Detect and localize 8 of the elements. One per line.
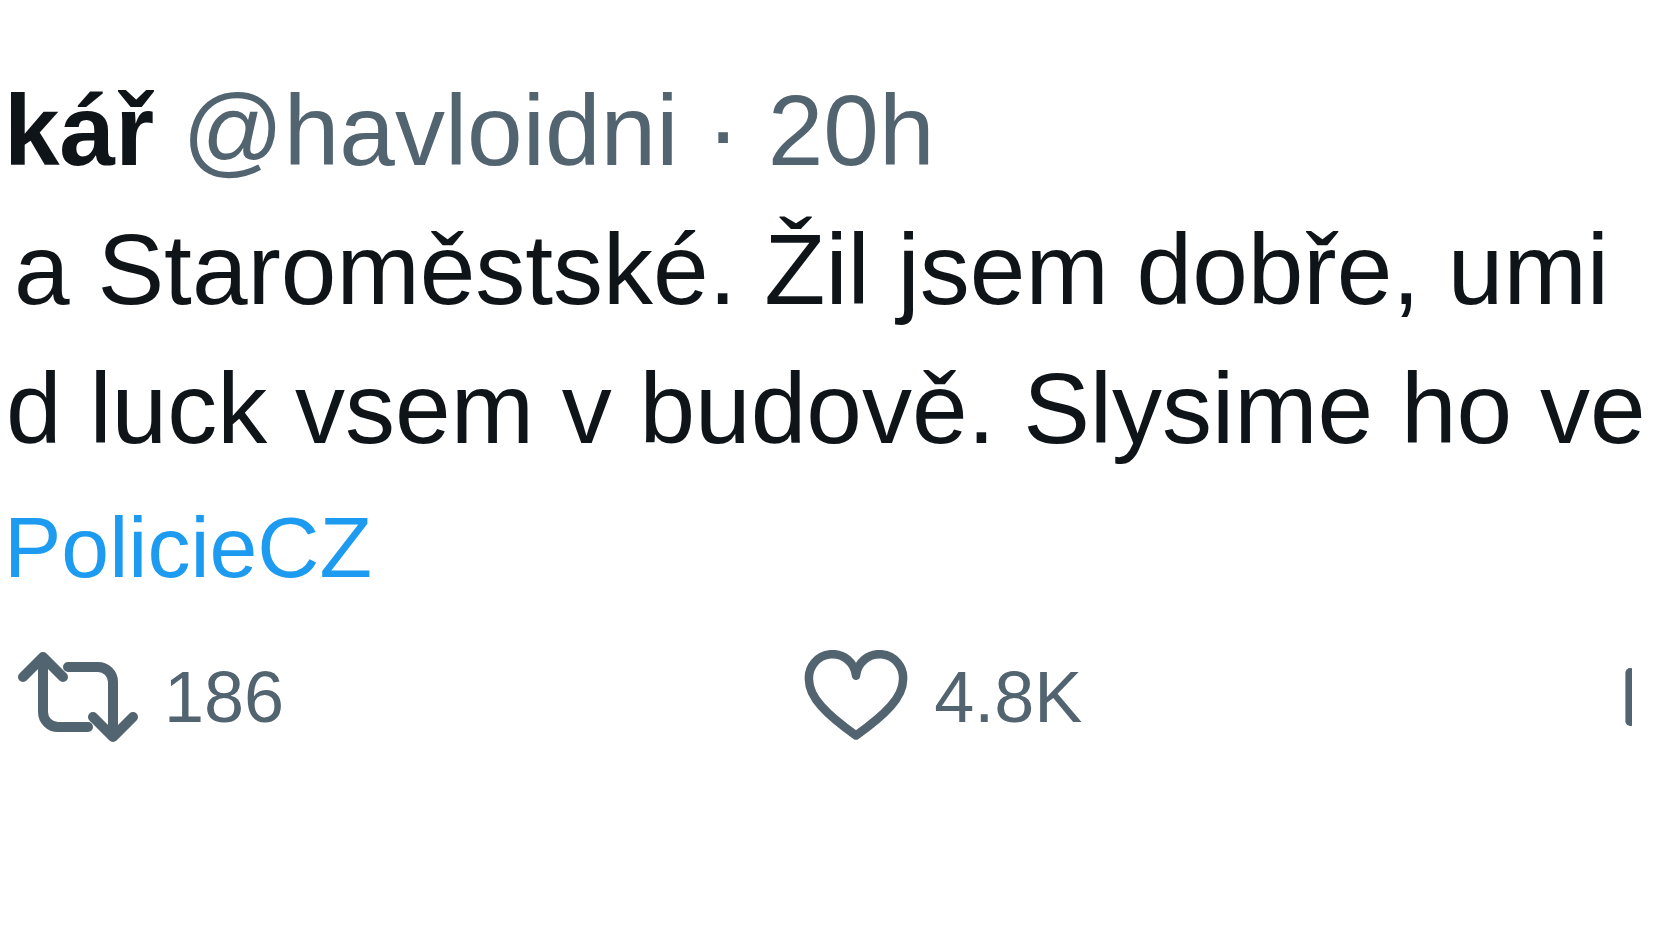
separator-dot: · bbox=[706, 73, 740, 188]
post-time[interactable]: 20h bbox=[767, 70, 935, 190]
retweet-count: 186 bbox=[164, 661, 285, 733]
user-handle[interactable]: @havloidni bbox=[182, 70, 679, 190]
like-count: 4.8K bbox=[934, 661, 1083, 733]
tweet-text-line: a Staroměstské. Žil jsem dobře, umi bbox=[14, 212, 1609, 327]
tweet-text-line: d luck vsem v budově. Slysime ho ve bbox=[6, 351, 1646, 466]
author-name[interactable]: kář bbox=[4, 70, 155, 190]
